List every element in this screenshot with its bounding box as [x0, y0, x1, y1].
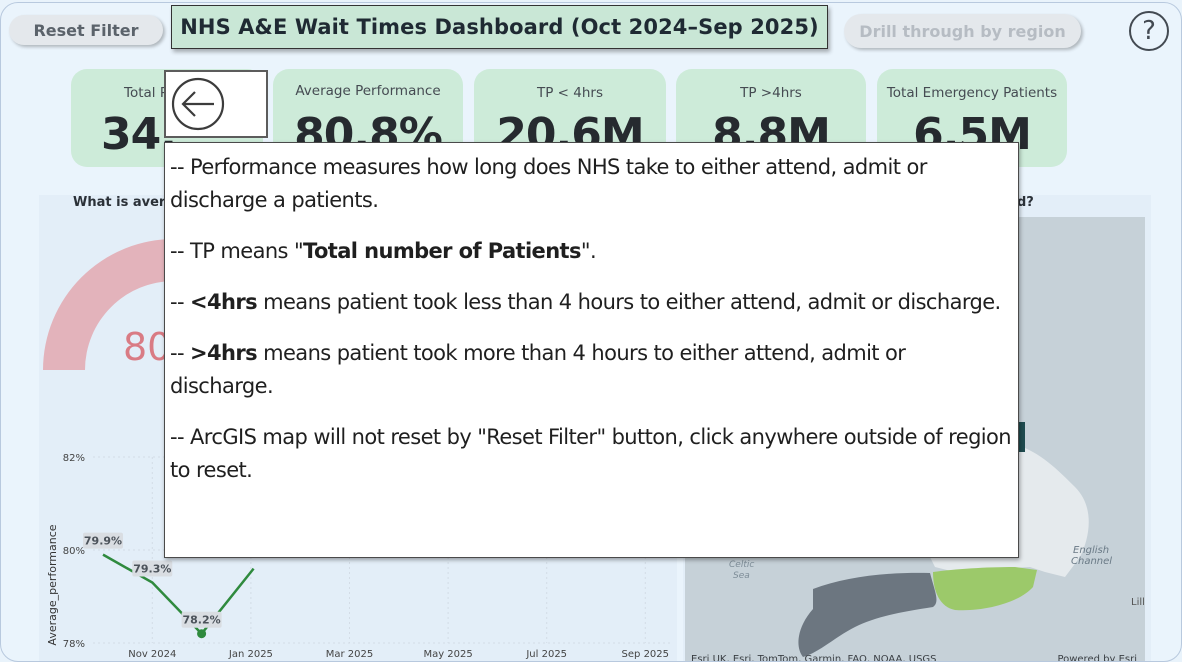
data-label: 78.2%: [183, 614, 221, 627]
visual-question-right: d?: [1017, 195, 1034, 210]
dashboard-canvas: Reset Filter NHS A&E Wait Times Dashboar…: [0, 2, 1182, 662]
info-text: -- ArcGIS map will not reset by "Reset F…: [170, 425, 1012, 482]
series-line: [102, 553, 255, 636]
x-tick-label: Jul 2025: [525, 649, 567, 660]
info-bold-text: <4hrs: [190, 290, 258, 314]
data-label: 79.9%: [84, 535, 122, 548]
back-button[interactable]: [164, 70, 268, 138]
x-tick-label: Sep 2025: [622, 649, 669, 660]
info-bold-text: Total number of Patients: [303, 239, 581, 263]
y-tick-label: 82%: [63, 453, 85, 464]
x-tick-label: Jan 2025: [228, 649, 273, 660]
kpi-label: TP < 4hrs: [536, 85, 603, 101]
map-powered-by[interactable]: Powered by Esri: [1057, 654, 1137, 661]
info-text: --: [170, 290, 191, 314]
y-tick-label: 80%: [63, 546, 85, 557]
info-bold-text: >4hrs: [190, 341, 258, 365]
info-paragraph-performance: -- Performance measures how long does NH…: [170, 151, 1012, 217]
info-paragraph-arcgis: -- ArcGIS map will not reset by "Reset F…: [170, 421, 1012, 487]
info-text: ".: [580, 239, 597, 263]
data-label: 79.3%: [133, 563, 171, 576]
x-tick-label: Nov 2024: [128, 649, 176, 660]
kpi-label: TP >4hrs: [740, 85, 802, 101]
back-arrow-icon: [171, 77, 225, 131]
info-paragraph-over-4hrs: -- >4hrs means patient took more than 4 …: [170, 337, 1012, 403]
drill-through-region-button[interactable]: Drill through by region: [844, 14, 1081, 48]
help-icon[interactable]: ?: [1129, 11, 1169, 51]
info-popup: -- Performance measures how long does NH…: [164, 142, 1019, 558]
map-label-line: Channel: [1071, 556, 1112, 567]
visual-question-left: What is avera: [73, 195, 175, 210]
map-label-english-channel: English Channel: [1071, 545, 1112, 567]
map-label-line: English: [1073, 545, 1109, 556]
info-text: -- Performance measures how long does NH…: [170, 155, 927, 212]
reset-filter-button[interactable]: Reset Filter: [9, 15, 163, 45]
x-tick-label: Mar 2025: [326, 649, 374, 660]
y-axis-label: Average_performance: [46, 524, 59, 645]
info-paragraph-under-4hrs: -- <4hrs means patient took less than 4 …: [170, 286, 1012, 319]
info-text: means patient took more than 4 hours to …: [170, 341, 906, 398]
data-point: [197, 629, 207, 639]
info-text: --: [170, 341, 191, 365]
map-attribution: Esri UK, Esri, TomTom, Garmin, FAO, NOAA…: [691, 654, 937, 662]
kpi-label: Total Emergency Patients: [886, 85, 1058, 101]
kpi-label: Average Performance: [295, 83, 441, 99]
info-text: means patient took less than 4 hours to …: [257, 290, 1001, 314]
x-tick-label: May 2025: [423, 649, 472, 660]
map-label-line: Sea: [733, 571, 750, 581]
dashboard-title: NHS A&E Wait Times Dashboard (Oct 2024–S…: [171, 5, 828, 49]
info-paragraph-tp: -- TP means "Total number of Patients".: [170, 235, 1012, 268]
y-tick-label: 78%: [63, 639, 85, 650]
map-corner-text: Lill: [1131, 597, 1145, 608]
map-label-line: Celtic: [729, 560, 754, 570]
info-text: -- TP means ": [170, 239, 304, 263]
